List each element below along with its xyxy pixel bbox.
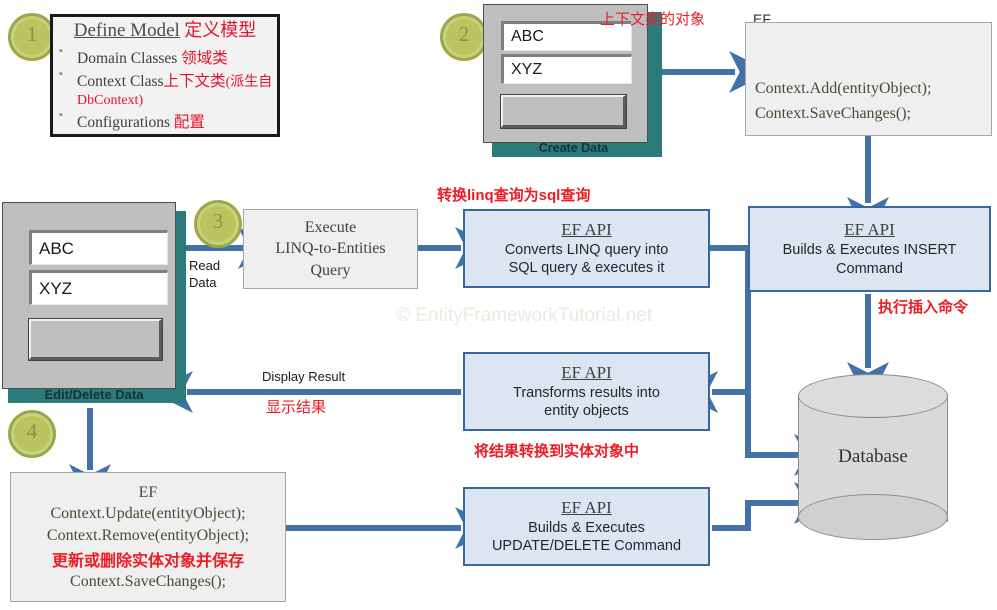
ef-add-code-box: Context.Add(entityObject); Context.SaveC… (745, 22, 992, 136)
ef-update-title: EF API (561, 497, 612, 517)
define-model-heading-cn: 定义模型 (184, 20, 257, 40)
step-badge-3: 3 (194, 200, 242, 248)
display-result-note-cn: 显示结果 (266, 399, 327, 416)
define-model-bullets: Domain Classes 领域类 Context Class上下文类(派生自… (53, 45, 277, 133)
execute-insert-note-cn: 执行插入命令 (878, 299, 969, 316)
edit-textbox-2[interactable]: XYZ (29, 270, 168, 305)
convert-linq-note-cn: 转换linq查询为sql查询 (437, 187, 591, 204)
ef-convert-line-1: Converts LINQ query into (504, 241, 669, 258)
display-result-label: Display Result (262, 369, 346, 384)
ef-update-delete-box: EF API Builds & Executes UPDATE/DELETE C… (463, 487, 710, 566)
watermark: © EntityFrameworkTutorial.net (396, 305, 653, 326)
define-model-heading: Define Model (73, 20, 180, 41)
ef-transform-line-1: Transforms results into (513, 384, 660, 401)
ef-context-note-cn: 更新或删除实体对象并保存 (51, 552, 244, 570)
ef-update-line-2: UPDATE/DELETE Command (491, 538, 682, 554)
define-model-box: Define Model 定义模型 Domain Classes 领域类 Con… (50, 14, 280, 137)
edit-window-caption: Edit/Delete Data (44, 387, 144, 402)
ef-convert-box: EF API Converts LINQ query into SQL quer… (463, 209, 710, 288)
edit-submit-button[interactable] (28, 318, 163, 361)
execute-query-line-2: LINQ-to-Entities (275, 240, 386, 258)
create-textbox-2[interactable]: XYZ (501, 54, 632, 84)
step-badge-1: 1 (8, 13, 56, 61)
ef-transform-box: EF API Transforms results into entity ob… (463, 352, 710, 431)
ef-context-line-2: Context.Remove(entityObject); (46, 527, 250, 544)
ef-insert-box: EF API Builds & Executes INSERT Command (748, 206, 991, 292)
ef-insert-title: EF API (844, 220, 895, 240)
ef-context-label: EF (138, 483, 158, 501)
ef-transform-line-2: entity objects (544, 403, 629, 419)
execute-query-line-1: Execute (304, 218, 357, 236)
ef-convert-line-2: SQL query & executes it (508, 260, 665, 276)
ef-context-line-3: Context.SaveChanges(); (70, 572, 226, 590)
transform-results-note-cn: 将结果转换到实体对象中 (474, 443, 640, 460)
read-data-label-1: Read (189, 258, 221, 273)
ef-convert-title: EF API (561, 219, 612, 239)
edit-window: ABC XYZ (2, 202, 176, 389)
create-window-caption: Create Data (538, 141, 609, 155)
context-object-note-cn: 上下文类的对象 (600, 11, 706, 28)
bullet-domain-classes: Domain Classes 领域类 (53, 45, 277, 68)
ef-insert-line-2: Command (836, 260, 903, 277)
read-data-label-2: Data (189, 275, 217, 290)
database-label: Database (838, 446, 908, 467)
ef-add-line-2: Context.SaveChanges(); (755, 105, 911, 122)
execute-query-line-3: Query (310, 261, 351, 279)
step-badge-4: 4 (8, 410, 56, 458)
bullet-configurations: Configurations 配置 (53, 109, 277, 132)
ef-context-line-1: Context.Update(entityObject); (50, 505, 246, 523)
ef-add-line-1: Context.Add(entityObject); (755, 80, 932, 97)
execute-query-box: Execute LINQ-to-Entities Query (243, 209, 418, 289)
edit-textbox-1[interactable]: ABC (29, 230, 168, 265)
ef-insert-line-1: Builds & Executes INSERT (782, 242, 957, 259)
cylinder-top (798, 374, 948, 418)
ef-transform-title: EF API (561, 362, 612, 382)
step-badge-2: 2 (440, 13, 488, 61)
database-cylinder: Database (798, 374, 948, 546)
ef-context-box: EF Context.Update(entityObject); Context… (10, 472, 286, 602)
bullet-context-class: Context Class上下文类(派生自DbContext) (53, 68, 277, 109)
ef-update-line-1: Builds & Executes (528, 519, 645, 536)
create-submit-button[interactable] (500, 94, 627, 129)
cylinder-bottom (798, 494, 948, 540)
